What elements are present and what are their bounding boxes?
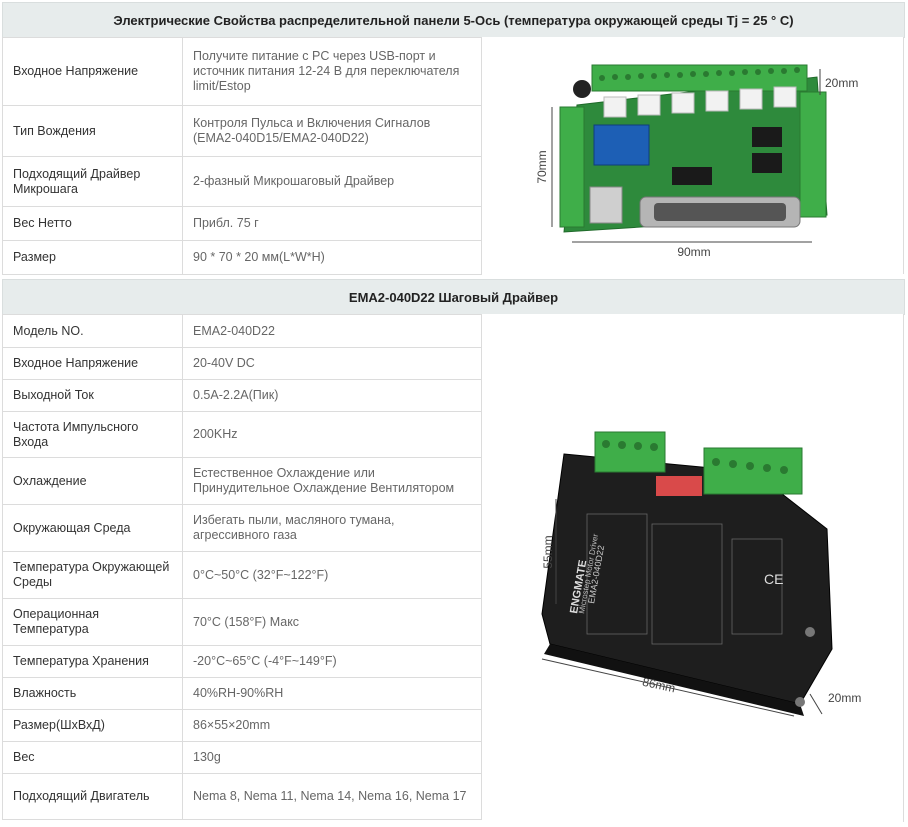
dimension-depth-label: 20mm — [828, 691, 861, 705]
spec-label: Температура Хранения — [2, 645, 183, 678]
spec-value: 40%RH-90%RH — [182, 677, 482, 710]
section-title: Электрические Свойства распределительной… — [113, 12, 794, 28]
table-row: Тип Вождения Контроля Пульса и Включения… — [2, 105, 482, 157]
spec-label: Размер — [2, 240, 183, 275]
table-row: Окружающая Среда Избегать пыли, масляног… — [2, 504, 482, 552]
capacitor — [573, 80, 591, 98]
dimension-depth-label: 20mm — [825, 76, 858, 90]
spec-label: Охлаждение — [2, 457, 183, 505]
spec-value: -20°C~65°C (-4°F~149°F) — [182, 645, 482, 678]
table-row: Температура Хранения -20°C~65°C (-4°F~14… — [2, 645, 482, 678]
table-row: Подходящий Двигатель Nema 8, Nema 11, Ne… — [2, 773, 482, 820]
spec-label: Частота Импульсного Входа — [2, 411, 183, 458]
table-row: Размер 90 * 70 * 20 мм(L*W*H) — [2, 240, 482, 275]
spec-value: Получите питание с PC через USB-порт и и… — [182, 37, 482, 106]
table-row: Вес 130g — [2, 741, 482, 774]
table-row: Подходящий Драйвер Микрошага 2-фазный Ми… — [2, 156, 482, 207]
spec-label: Окружающая Среда — [2, 504, 183, 552]
spec-value: Прибл. 75 г — [182, 206, 482, 241]
spec-value: 90 * 70 * 20 мм(L*W*H) — [182, 240, 482, 275]
spec-label: Выходной Ток — [2, 379, 183, 412]
table-row: Частота Импульсного Входа 200KHz — [2, 411, 482, 458]
dimension-width-label: 90mm — [677, 245, 710, 259]
spec-label: Подходящий Драйвер Микрошага — [2, 156, 183, 207]
relay — [593, 124, 650, 166]
stepper-driver-image: ENGMATE EMA2-040D22 Microstep Motor Driv… — [482, 314, 904, 822]
spec-label: Входное Напряжение — [2, 37, 183, 106]
breakout-board-specs-table: Входное Напряжение Получите питание с PC… — [2, 37, 482, 275]
spec-value: Контроля Пульса и Включения Сигналов (EM… — [182, 105, 482, 157]
dimension-height-label: 55mm — [541, 535, 555, 568]
table-row: Выходной Ток 0.5A-2.2A(Пик) — [2, 379, 482, 412]
signal-terminal-block — [594, 431, 666, 473]
spec-value: Nema 8, Nema 11, Nema 14, Nema 16, Nema … — [182, 773, 482, 820]
spec-label: Подходящий Двигатель — [2, 773, 183, 820]
spec-label: Входное Напряжение — [2, 347, 183, 380]
spec-label: Модель NO. — [2, 314, 183, 348]
dip-switches — [656, 476, 702, 496]
right-terminal-block — [799, 91, 827, 218]
ce-mark-icon: CE — [764, 571, 783, 587]
table-row: Входное Напряжение Получите питание с PC… — [2, 37, 482, 106]
table-row: Операционная Температура 70°C (158°F) Ма… — [2, 598, 482, 646]
spec-label: Операционная Температура — [2, 598, 183, 646]
table-row: Вес Нетто Прибл. 75 г — [2, 206, 482, 241]
left-terminal-block — [559, 106, 585, 228]
spec-value: 0.5A-2.2A(Пик) — [182, 379, 482, 412]
section-title: EMA2-040D22 Шаговый Драйвер — [348, 289, 559, 305]
spec-sheet: Электрические Свойства распределительной… — [2, 0, 906, 825]
spec-label: Размер(ШхВхД) — [2, 709, 183, 742]
spec-value: 70°C (158°F) Макс — [182, 598, 482, 646]
spec-value: Естественное Охлаждение или Принудительн… — [182, 457, 482, 505]
table-row: Размер(ШхВхД) 86×55×20mm — [2, 709, 482, 742]
spec-label: Температура Окружающей Среды — [2, 551, 183, 599]
table-row: Температура Окружающей Среды 0°C~50°C (3… — [2, 551, 482, 599]
table-row: Модель NO. EMA2-040D22 — [2, 314, 482, 348]
spec-label: Влажность — [2, 677, 183, 710]
spec-value: 0°C~50°C (32°F~122°F) — [182, 551, 482, 599]
spec-value: 86×55×20mm — [182, 709, 482, 742]
table-row: Охлаждение Естественное Охлаждение или П… — [2, 457, 482, 505]
screw-icon — [805, 627, 815, 637]
dimension-height-label: 70mm — [535, 150, 549, 183]
breakout-board-image: 70mm 90mm 20mm — [482, 37, 904, 274]
spec-value: Избегать пыли, масляного тумана, агресси… — [182, 504, 482, 552]
usb-port — [589, 186, 623, 224]
spec-value: 2-фазный Микрошаговый Драйвер — [182, 156, 482, 207]
spec-value: EMA2-040D22 — [182, 314, 482, 348]
breakout-board-illustration: 70mm 90mm 20mm — [535, 64, 858, 259]
table-row: Входное Напряжение 20-40V DC — [2, 347, 482, 380]
stepper-driver-illustration: ENGMATE EMA2-040D22 Microstep Motor Driv… — [541, 431, 861, 717]
spec-value: 20-40V DC — [182, 347, 482, 380]
spec-value: 130g — [182, 741, 482, 774]
screw-icon — [795, 697, 805, 707]
section-header-breakout-board: Электрические Свойства распределительной… — [2, 2, 905, 38]
spec-label: Вес — [2, 741, 183, 774]
table-row: Влажность 40%RH-90%RH — [2, 677, 482, 710]
stepper-driver-specs-table: Модель NO. EMA2-040D22 Входное Напряжени… — [2, 314, 482, 820]
section-header-stepper-driver: EMA2-040D22 Шаговый Драйвер — [2, 279, 905, 315]
spec-value: 200KHz — [182, 411, 482, 458]
spec-label: Тип Вождения — [2, 105, 183, 157]
spec-label: Вес Нетто — [2, 206, 183, 241]
